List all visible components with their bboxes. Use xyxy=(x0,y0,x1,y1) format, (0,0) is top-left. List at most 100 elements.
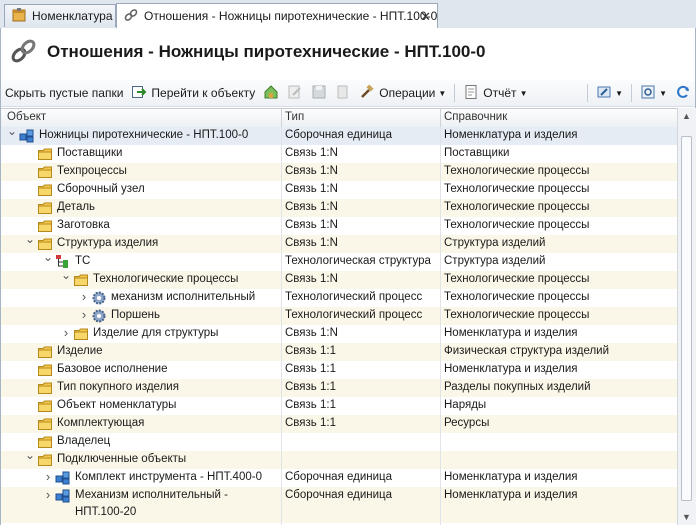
object-name: Подключенные объекты xyxy=(57,453,187,465)
report-button[interactable]: Отчёт ▼ xyxy=(459,82,531,104)
object-name: Механизм исполнительный - xyxy=(75,489,228,501)
relation-type: Связь 1:N xyxy=(285,165,338,177)
hide-empty-folders-button[interactable]: Скрыть пустые папки xyxy=(1,82,127,104)
goto-object-label: Перейти к объекту xyxy=(151,86,256,100)
object-name: Поршень xyxy=(111,309,161,321)
tab-relations[interactable]: Отношения - Ножницы пиротехнические - НП… xyxy=(116,3,438,28)
goto-object-icon xyxy=(131,84,147,103)
column-header-object[interactable]: Объект xyxy=(7,111,46,123)
object-name: Базовое исполнение xyxy=(57,363,168,375)
reference-book: Номенклатура и изделия xyxy=(444,327,578,339)
tree-row[interactable]: › Изделие для структуры Связь 1:N Номенклат… xyxy=(1,325,677,343)
object-name: механизм исполнительный xyxy=(111,291,256,303)
column-divider[interactable] xyxy=(281,109,282,127)
reference-book: Технологические процессы xyxy=(444,309,590,321)
tree-row[interactable]: Тип покупного изделия Связь 1:1 Разделы по… xyxy=(1,379,677,397)
save-button[interactable] xyxy=(307,82,331,104)
delete-button[interactable] xyxy=(331,82,355,104)
expand-chevron-icon[interactable]: › xyxy=(43,487,53,502)
reference-book: Технологические процессы xyxy=(444,201,590,213)
object-name: Структура изделия xyxy=(57,237,159,249)
relations-pane: Отношения - Ножницы пиротехнические - НП… xyxy=(0,28,696,525)
tree-row[interactable]: › Поршень Технологический процесс Технологи… xyxy=(1,307,677,325)
object-name: Поставщики xyxy=(57,147,123,159)
relation-type: Связь 1:1 xyxy=(285,381,336,393)
tree-row[interactable]: Изделие Связь 1:1 Физическая структура изд… xyxy=(1,343,677,361)
tree-row[interactable]: Поставщики Связь 1:N Поставщики xyxy=(1,145,677,163)
nomenclature-icon xyxy=(11,7,27,26)
tree-row[interactable]: Объект номенклатуры Связь 1:1 Наряды xyxy=(1,397,677,415)
reference-book: Технологические процессы xyxy=(444,291,590,303)
folder-icon xyxy=(37,380,53,396)
reference-book: Технологические процессы xyxy=(444,165,590,177)
chevron-down-icon: ▼ xyxy=(659,88,667,98)
refresh-button[interactable] xyxy=(671,82,695,104)
tree-row[interactable]: Техпроцессы Связь 1:N Технологические проц… xyxy=(1,163,677,181)
expand-chevron-icon[interactable]: › xyxy=(61,325,71,340)
reference-book: Физическая структура изделий xyxy=(444,345,610,357)
tree-row[interactable]: › механизм исполнительный Технологический … xyxy=(1,289,677,307)
settings-dropdown-button[interactable]: ▼ xyxy=(592,82,627,104)
relation-type: Связь 1:N xyxy=(285,219,338,231)
column-header-reference[interactable]: Справочник xyxy=(444,111,507,123)
home-icon xyxy=(263,84,279,103)
folder-icon xyxy=(73,326,89,342)
collapse-chevron-icon[interactable]: ⌄ xyxy=(7,127,17,138)
tree-row[interactable]: › Комплект инструмента - НПТ.400-0 Сборочн… xyxy=(1,469,677,487)
scroll-down-icon[interactable]: ▼ xyxy=(682,512,691,522)
folder-icon xyxy=(37,434,53,450)
column-divider xyxy=(281,127,282,525)
edit-button[interactable] xyxy=(283,82,307,104)
scrollbar-thumb[interactable] xyxy=(681,136,692,501)
tree-row[interactable]: Базовое исполнение Связь 1:1 Номенклатура … xyxy=(1,361,677,379)
relation-type: Технологический процесс xyxy=(285,309,423,321)
home-button[interactable] xyxy=(259,82,283,104)
column-header-type[interactable]: Тип xyxy=(285,111,304,123)
tree-row[interactable]: ⌄ Подключенные объекты xyxy=(1,448,677,469)
tab-nomenclature[interactable]: Номенклатура xyxy=(4,4,116,27)
column-divider[interactable] xyxy=(440,109,441,127)
tree-row[interactable]: Комплектующая Связь 1:1 Ресурсы xyxy=(1,415,677,433)
tree-row[interactable]: Сборочный узел Связь 1:N Технологические п… xyxy=(1,181,677,199)
close-icon[interactable]: ✕ xyxy=(420,9,431,25)
expand-chevron-icon[interactable]: › xyxy=(79,307,89,322)
view-dropdown-button[interactable]: ▼ xyxy=(636,82,671,104)
reference-book: Номенклатура и изделия xyxy=(444,489,578,501)
tree-row[interactable]: ⌄ Технологические процессы Связь 1:N Технол… xyxy=(1,268,677,289)
tree-row[interactable]: ⌄ ТС Технологическая структура Структура из… xyxy=(1,250,677,271)
folder-icon xyxy=(37,146,53,162)
refresh-icon xyxy=(675,84,691,103)
edit-icon xyxy=(287,84,303,103)
scroll-up-icon[interactable]: ▲ xyxy=(682,111,691,121)
object-name-continued: НПТ.100-20 xyxy=(75,506,137,518)
expand-chevron-icon[interactable]: › xyxy=(79,289,89,304)
relation-type: Технологический процесс xyxy=(285,291,423,303)
goto-object-button[interactable]: Перейти к объекту xyxy=(127,82,259,104)
folder-icon xyxy=(73,272,89,288)
operations-button[interactable]: Операции ▼ xyxy=(355,82,450,104)
folder-icon xyxy=(37,200,53,216)
tree-row[interactable]: › Механизм исполнительный - НПТ.100-20 Сбор… xyxy=(1,487,677,523)
reference-book: Номенклатура и изделия xyxy=(444,129,578,141)
vertical-scrollbar[interactable]: ▲ ▼ xyxy=(677,108,696,525)
tree-row[interactable]: ⌄ Структура изделия Связь 1:N Структура изд… xyxy=(1,232,677,253)
tree-row[interactable]: Заготовка Связь 1:N Технологические процес… xyxy=(1,217,677,235)
toolbar-separator xyxy=(587,84,589,102)
expand-chevron-icon[interactable]: › xyxy=(43,469,53,484)
folder-icon xyxy=(37,362,53,378)
operations-icon xyxy=(359,83,375,103)
reference-book: Технологические процессы xyxy=(444,273,590,285)
toolbar-separator xyxy=(631,84,633,102)
tree-rows: › Механизм исполнительный - НПТ.100-20 Сбор… xyxy=(1,127,677,525)
reference-book: Номенклатура и изделия xyxy=(444,363,578,375)
tree-row[interactable]: Деталь Связь 1:N Технологические процессы xyxy=(1,199,677,217)
view-icon xyxy=(640,84,656,103)
relation-type: Сборочная единица xyxy=(285,471,393,483)
tree-row[interactable]: Владелец xyxy=(1,433,677,451)
settings-icon xyxy=(596,84,612,103)
reference-book: Поставщики xyxy=(444,147,510,159)
chevron-down-icon: ▼ xyxy=(519,88,528,98)
tree-row[interactable]: ⌄ Ножницы пиротехнические - НПТ.100-0 Сбор… xyxy=(1,127,677,145)
object-name: Заготовка xyxy=(57,219,110,231)
save-icon xyxy=(311,84,327,103)
